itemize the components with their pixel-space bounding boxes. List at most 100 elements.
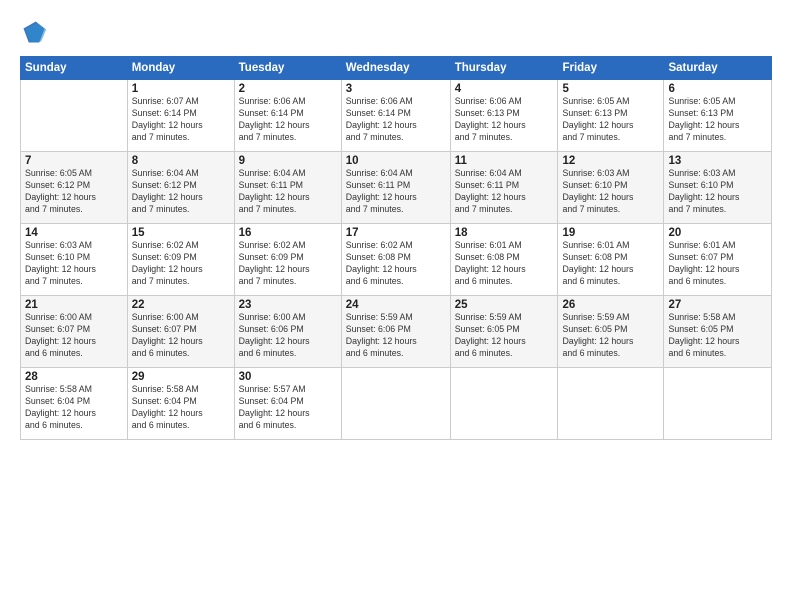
calendar-cell: 7Sunrise: 6:05 AMSunset: 6:12 PMDaylight… <box>21 152 128 224</box>
calendar-day-header: Saturday <box>664 57 772 80</box>
calendar-cell <box>558 368 664 440</box>
calendar-cell: 10Sunrise: 6:04 AMSunset: 6:11 PMDayligh… <box>341 152 450 224</box>
calendar-day-header: Sunday <box>21 57 128 80</box>
day-info: Sunrise: 5:59 AMSunset: 6:05 PMDaylight:… <box>455 312 554 360</box>
day-number: 4 <box>455 83 554 95</box>
day-info: Sunrise: 6:05 AMSunset: 6:13 PMDaylight:… <box>562 96 659 144</box>
calendar-cell: 5Sunrise: 6:05 AMSunset: 6:13 PMDaylight… <box>558 80 664 152</box>
day-number: 9 <box>239 155 337 167</box>
day-info: Sunrise: 6:04 AMSunset: 6:11 PMDaylight:… <box>346 168 446 216</box>
calendar-day-header: Monday <box>127 57 234 80</box>
day-info: Sunrise: 6:00 AMSunset: 6:07 PMDaylight:… <box>132 312 230 360</box>
day-info: Sunrise: 6:04 AMSunset: 6:12 PMDaylight:… <box>132 168 230 216</box>
day-info: Sunrise: 5:58 AMSunset: 6:04 PMDaylight:… <box>25 384 123 432</box>
day-number: 18 <box>455 227 554 239</box>
calendar-week-row: 1Sunrise: 6:07 AMSunset: 6:14 PMDaylight… <box>21 80 772 152</box>
calendar-cell: 17Sunrise: 6:02 AMSunset: 6:08 PMDayligh… <box>341 224 450 296</box>
day-number: 10 <box>346 155 446 167</box>
calendar-cell: 6Sunrise: 6:05 AMSunset: 6:13 PMDaylight… <box>664 80 772 152</box>
calendar-week-row: 21Sunrise: 6:00 AMSunset: 6:07 PMDayligh… <box>21 296 772 368</box>
calendar-cell: 24Sunrise: 5:59 AMSunset: 6:06 PMDayligh… <box>341 296 450 368</box>
calendar-cell <box>21 80 128 152</box>
calendar-cell: 28Sunrise: 5:58 AMSunset: 6:04 PMDayligh… <box>21 368 128 440</box>
calendar-cell: 26Sunrise: 5:59 AMSunset: 6:05 PMDayligh… <box>558 296 664 368</box>
day-number: 17 <box>346 227 446 239</box>
day-number: 5 <box>562 83 659 95</box>
day-info: Sunrise: 6:01 AMSunset: 6:07 PMDaylight:… <box>668 240 767 288</box>
day-number: 24 <box>346 299 446 311</box>
day-number: 6 <box>668 83 767 95</box>
calendar-cell: 2Sunrise: 6:06 AMSunset: 6:14 PMDaylight… <box>234 80 341 152</box>
logo <box>20 18 52 46</box>
day-info: Sunrise: 6:04 AMSunset: 6:11 PMDaylight:… <box>455 168 554 216</box>
day-info: Sunrise: 6:00 AMSunset: 6:07 PMDaylight:… <box>25 312 123 360</box>
calendar-cell <box>664 368 772 440</box>
calendar-week-row: 14Sunrise: 6:03 AMSunset: 6:10 PMDayligh… <box>21 224 772 296</box>
day-number: 1 <box>132 83 230 95</box>
day-info: Sunrise: 6:03 AMSunset: 6:10 PMDaylight:… <box>25 240 123 288</box>
calendar-cell: 22Sunrise: 6:00 AMSunset: 6:07 PMDayligh… <box>127 296 234 368</box>
calendar-cell: 19Sunrise: 6:01 AMSunset: 6:08 PMDayligh… <box>558 224 664 296</box>
day-info: Sunrise: 5:59 AMSunset: 6:06 PMDaylight:… <box>346 312 446 360</box>
day-info: Sunrise: 6:06 AMSunset: 6:14 PMDaylight:… <box>239 96 337 144</box>
day-number: 23 <box>239 299 337 311</box>
calendar-cell: 20Sunrise: 6:01 AMSunset: 6:07 PMDayligh… <box>664 224 772 296</box>
calendar-cell: 3Sunrise: 6:06 AMSunset: 6:14 PMDaylight… <box>341 80 450 152</box>
day-number: 13 <box>668 155 767 167</box>
day-number: 8 <box>132 155 230 167</box>
day-info: Sunrise: 6:05 AMSunset: 6:13 PMDaylight:… <box>668 96 767 144</box>
calendar-cell: 1Sunrise: 6:07 AMSunset: 6:14 PMDaylight… <box>127 80 234 152</box>
calendar-cell: 29Sunrise: 5:58 AMSunset: 6:04 PMDayligh… <box>127 368 234 440</box>
day-number: 12 <box>562 155 659 167</box>
calendar-cell: 8Sunrise: 6:04 AMSunset: 6:12 PMDaylight… <box>127 152 234 224</box>
day-number: 27 <box>668 299 767 311</box>
day-info: Sunrise: 6:06 AMSunset: 6:13 PMDaylight:… <box>455 96 554 144</box>
calendar-cell: 4Sunrise: 6:06 AMSunset: 6:13 PMDaylight… <box>450 80 558 152</box>
day-info: Sunrise: 6:01 AMSunset: 6:08 PMDaylight:… <box>455 240 554 288</box>
calendar-cell <box>450 368 558 440</box>
logo-icon <box>20 18 48 46</box>
day-info: Sunrise: 6:03 AMSunset: 6:10 PMDaylight:… <box>668 168 767 216</box>
calendar-cell: 30Sunrise: 5:57 AMSunset: 6:04 PMDayligh… <box>234 368 341 440</box>
day-info: Sunrise: 6:02 AMSunset: 6:08 PMDaylight:… <box>346 240 446 288</box>
calendar-cell: 9Sunrise: 6:04 AMSunset: 6:11 PMDaylight… <box>234 152 341 224</box>
day-number: 19 <box>562 227 659 239</box>
day-info: Sunrise: 6:07 AMSunset: 6:14 PMDaylight:… <box>132 96 230 144</box>
calendar-day-header: Friday <box>558 57 664 80</box>
calendar-day-header: Tuesday <box>234 57 341 80</box>
day-info: Sunrise: 6:04 AMSunset: 6:11 PMDaylight:… <box>239 168 337 216</box>
day-info: Sunrise: 6:01 AMSunset: 6:08 PMDaylight:… <box>562 240 659 288</box>
day-info: Sunrise: 6:05 AMSunset: 6:12 PMDaylight:… <box>25 168 123 216</box>
calendar-cell: 13Sunrise: 6:03 AMSunset: 6:10 PMDayligh… <box>664 152 772 224</box>
day-number: 29 <box>132 371 230 383</box>
day-info: Sunrise: 6:03 AMSunset: 6:10 PMDaylight:… <box>562 168 659 216</box>
day-info: Sunrise: 5:58 AMSunset: 6:05 PMDaylight:… <box>668 312 767 360</box>
day-number: 26 <box>562 299 659 311</box>
calendar-cell: 18Sunrise: 6:01 AMSunset: 6:08 PMDayligh… <box>450 224 558 296</box>
day-number: 2 <box>239 83 337 95</box>
calendar-cell: 27Sunrise: 5:58 AMSunset: 6:05 PMDayligh… <box>664 296 772 368</box>
calendar-day-header: Wednesday <box>341 57 450 80</box>
day-info: Sunrise: 6:06 AMSunset: 6:14 PMDaylight:… <box>346 96 446 144</box>
calendar-cell: 23Sunrise: 6:00 AMSunset: 6:06 PMDayligh… <box>234 296 341 368</box>
day-number: 21 <box>25 299 123 311</box>
calendar-cell: 12Sunrise: 6:03 AMSunset: 6:10 PMDayligh… <box>558 152 664 224</box>
day-number: 30 <box>239 371 337 383</box>
day-info: Sunrise: 5:57 AMSunset: 6:04 PMDaylight:… <box>239 384 337 432</box>
day-number: 16 <box>239 227 337 239</box>
calendar-week-row: 28Sunrise: 5:58 AMSunset: 6:04 PMDayligh… <box>21 368 772 440</box>
day-info: Sunrise: 5:58 AMSunset: 6:04 PMDaylight:… <box>132 384 230 432</box>
day-number: 7 <box>25 155 123 167</box>
calendar-table: SundayMondayTuesdayWednesdayThursdayFrid… <box>20 56 772 440</box>
day-info: Sunrise: 6:00 AMSunset: 6:06 PMDaylight:… <box>239 312 337 360</box>
calendar-cell <box>341 368 450 440</box>
day-number: 22 <box>132 299 230 311</box>
calendar-cell: 16Sunrise: 6:02 AMSunset: 6:09 PMDayligh… <box>234 224 341 296</box>
day-number: 25 <box>455 299 554 311</box>
calendar-header-row: SundayMondayTuesdayWednesdayThursdayFrid… <box>21 57 772 80</box>
day-number: 28 <box>25 371 123 383</box>
calendar-cell: 21Sunrise: 6:00 AMSunset: 6:07 PMDayligh… <box>21 296 128 368</box>
calendar-cell: 25Sunrise: 5:59 AMSunset: 6:05 PMDayligh… <box>450 296 558 368</box>
day-number: 14 <box>25 227 123 239</box>
calendar-cell: 11Sunrise: 6:04 AMSunset: 6:11 PMDayligh… <box>450 152 558 224</box>
